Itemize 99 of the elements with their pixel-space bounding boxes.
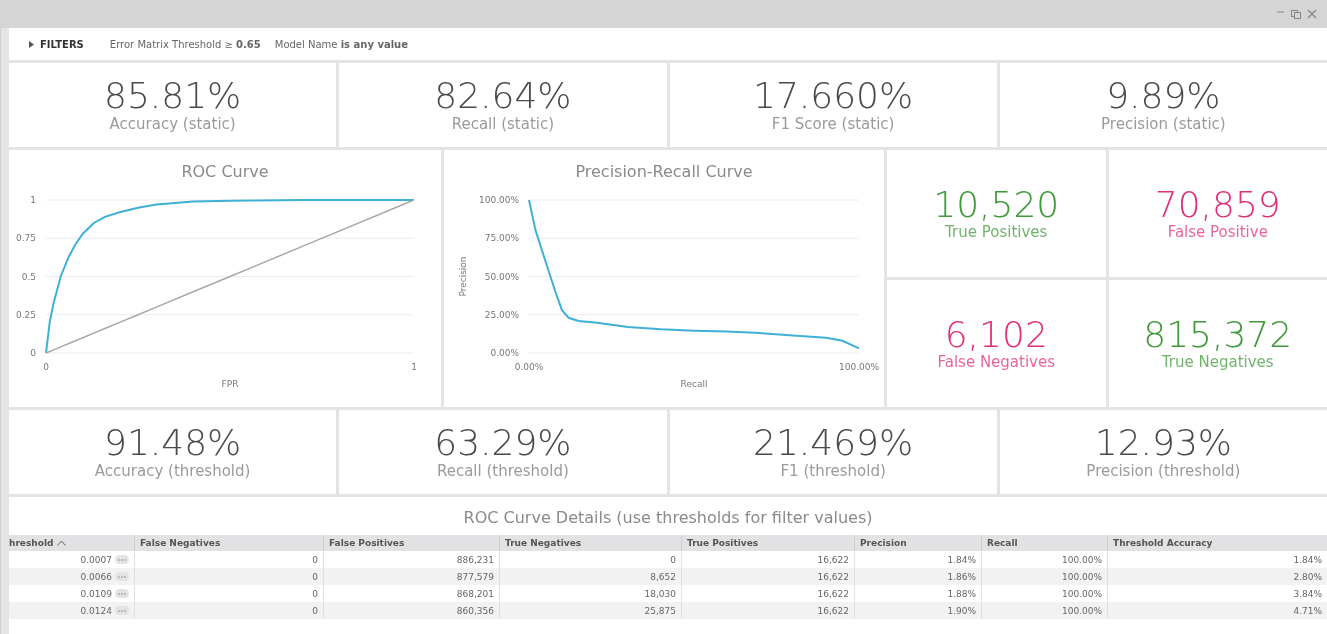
count-value: 10,520 bbox=[933, 185, 1060, 224]
table-cell: 0 bbox=[312, 571, 318, 582]
table-cell: 16,622 bbox=[817, 605, 849, 616]
count-value: 70,859 bbox=[1154, 185, 1281, 224]
metric-value: 91.48% bbox=[104, 424, 242, 462]
table-cell: 100.00% bbox=[1061, 554, 1102, 565]
table-cell: 0 bbox=[312, 588, 318, 599]
dots-icon bbox=[118, 558, 126, 561]
axis-tick-label: 0 bbox=[30, 348, 36, 358]
dots-icon bbox=[118, 575, 126, 578]
count-value: 6,102 bbox=[944, 315, 1048, 354]
axis-tick-label: 0.25 bbox=[15, 309, 36, 320]
count-value: 815,372 bbox=[1143, 315, 1293, 354]
column-header[interactable]: True Positives bbox=[687, 538, 759, 548]
count-label: True Negatives bbox=[1161, 353, 1274, 372]
table-cell: 1.84% bbox=[1293, 554, 1322, 565]
dots-icon bbox=[118, 609, 126, 612]
column-header[interactable]: Threshold Accuracy bbox=[1113, 538, 1213, 548]
axis-tick-label: 1 bbox=[30, 195, 36, 205]
axis-tick-label: 0 bbox=[43, 362, 49, 372]
metric-label: Precision (static) bbox=[1101, 114, 1226, 133]
column-header[interactable]: Precision bbox=[860, 538, 907, 548]
more-button[interactable] bbox=[115, 606, 129, 615]
axis-tick-label: 0.5 bbox=[21, 271, 36, 282]
axis-title: FPR bbox=[221, 379, 239, 389]
table-cell: 2.80% bbox=[1293, 571, 1322, 582]
more-button[interactable] bbox=[115, 572, 129, 581]
metric-label: Accuracy (static) bbox=[109, 114, 236, 133]
table-cell: 8,652 bbox=[650, 571, 676, 582]
axis-tick-label: 50.00% bbox=[484, 271, 519, 282]
chevron-up-icon[interactable] bbox=[57, 540, 67, 546]
table-cell: 1.86% bbox=[947, 571, 976, 582]
table-cell: 16,622 bbox=[817, 588, 849, 599]
metric-value: 63.29% bbox=[434, 424, 572, 462]
axis-tick-label: 25.00% bbox=[484, 309, 519, 320]
column-header[interactable]: False Negatives bbox=[140, 538, 221, 548]
axis-tick-label: 0.00% bbox=[514, 362, 544, 372]
metric-label: F1 Score (static) bbox=[771, 114, 895, 133]
table-cell: 860,356 bbox=[456, 605, 494, 616]
restore-icon[interactable] bbox=[1291, 9, 1301, 19]
axis-tick-label: 100.00% bbox=[839, 362, 879, 372]
table-cell: 0.0066 bbox=[80, 571, 112, 582]
column-header[interactable]: Recall bbox=[987, 538, 1018, 548]
filter-text: Model Name is any value bbox=[274, 38, 408, 50]
caret-icon bbox=[29, 40, 34, 48]
table-cell: 0.0007 bbox=[80, 554, 112, 565]
close-icon[interactable] bbox=[1307, 9, 1317, 19]
count-label: False Negatives bbox=[937, 353, 1056, 372]
table-cell: 868,201 bbox=[456, 588, 494, 599]
chart-title: Precision-Recall Curve bbox=[575, 162, 753, 183]
table-cell: 0.0109 bbox=[80, 588, 112, 599]
table-cell: 100.00% bbox=[1061, 605, 1102, 616]
table-cell: 877,579 bbox=[456, 571, 494, 582]
table-cell: 0 bbox=[312, 554, 318, 565]
filter-text: Error Matrix Threshold ≥ 0.65 bbox=[109, 38, 261, 50]
axis-tick-label: 0.00% bbox=[490, 348, 519, 358]
table-cell: 18,030 bbox=[644, 588, 676, 599]
table-cell: 16,622 bbox=[817, 554, 849, 565]
table-cell: 4.71% bbox=[1293, 605, 1322, 616]
table-cell: 886,231 bbox=[456, 554, 494, 565]
metric-label: F1 (threshold) bbox=[780, 461, 886, 480]
metric-label: Precision (threshold) bbox=[1086, 461, 1241, 480]
table-cell: 100.00% bbox=[1061, 571, 1102, 582]
axis-title: Precision bbox=[458, 256, 468, 297]
metric-label: Accuracy (threshold) bbox=[94, 461, 251, 480]
metric-value: 12.93% bbox=[1094, 424, 1232, 462]
table-cell: 3.84% bbox=[1293, 588, 1322, 599]
table-cell: 16,622 bbox=[817, 571, 849, 582]
chart-title: ROC Curve bbox=[181, 162, 269, 183]
metric-value: 85.81% bbox=[104, 77, 242, 115]
table-cell: 1.90% bbox=[947, 605, 976, 616]
axis-tick-label: 100.00% bbox=[478, 195, 519, 205]
table-cell: 0 bbox=[670, 554, 676, 565]
more-button[interactable] bbox=[115, 589, 129, 598]
table-cell: 100.00% bbox=[1061, 588, 1102, 599]
table-title: ROC Curve Details (use thresholds for filter values) bbox=[463, 507, 873, 529]
table-cell: 0 bbox=[312, 605, 318, 616]
more-button[interactable] bbox=[115, 555, 129, 564]
metric-value: 82.64% bbox=[434, 77, 572, 115]
column-header[interactable]: False Positives bbox=[329, 538, 405, 548]
metric-label: Recall (static) bbox=[451, 114, 555, 133]
table-cell: 0.0124 bbox=[80, 605, 112, 616]
count-label: False Positive bbox=[1167, 223, 1268, 242]
column-header[interactable]: True Negatives bbox=[505, 538, 582, 548]
axis-tick-label: 1 bbox=[411, 362, 417, 372]
dots-icon bbox=[118, 592, 126, 595]
axis-tick-label: 75.00% bbox=[484, 233, 519, 244]
count-label: True Positives bbox=[945, 223, 1048, 242]
axis-title: Recall bbox=[680, 379, 708, 389]
metric-value: 17.660% bbox=[753, 77, 914, 115]
filters-toggle[interactable]: FILTERS bbox=[29, 38, 84, 50]
metric-label: Recall (threshold) bbox=[436, 461, 569, 480]
metric-value: 9.89% bbox=[1106, 77, 1221, 115]
table-cell: 1.88% bbox=[947, 588, 976, 599]
metric-value: 21.469% bbox=[753, 424, 914, 462]
column-header[interactable]: hreshold bbox=[9, 538, 54, 548]
axis-tick-label: 0.75 bbox=[15, 233, 36, 244]
table-cell: 25,875 bbox=[644, 605, 676, 616]
table-cell: 1.84% bbox=[947, 554, 976, 565]
